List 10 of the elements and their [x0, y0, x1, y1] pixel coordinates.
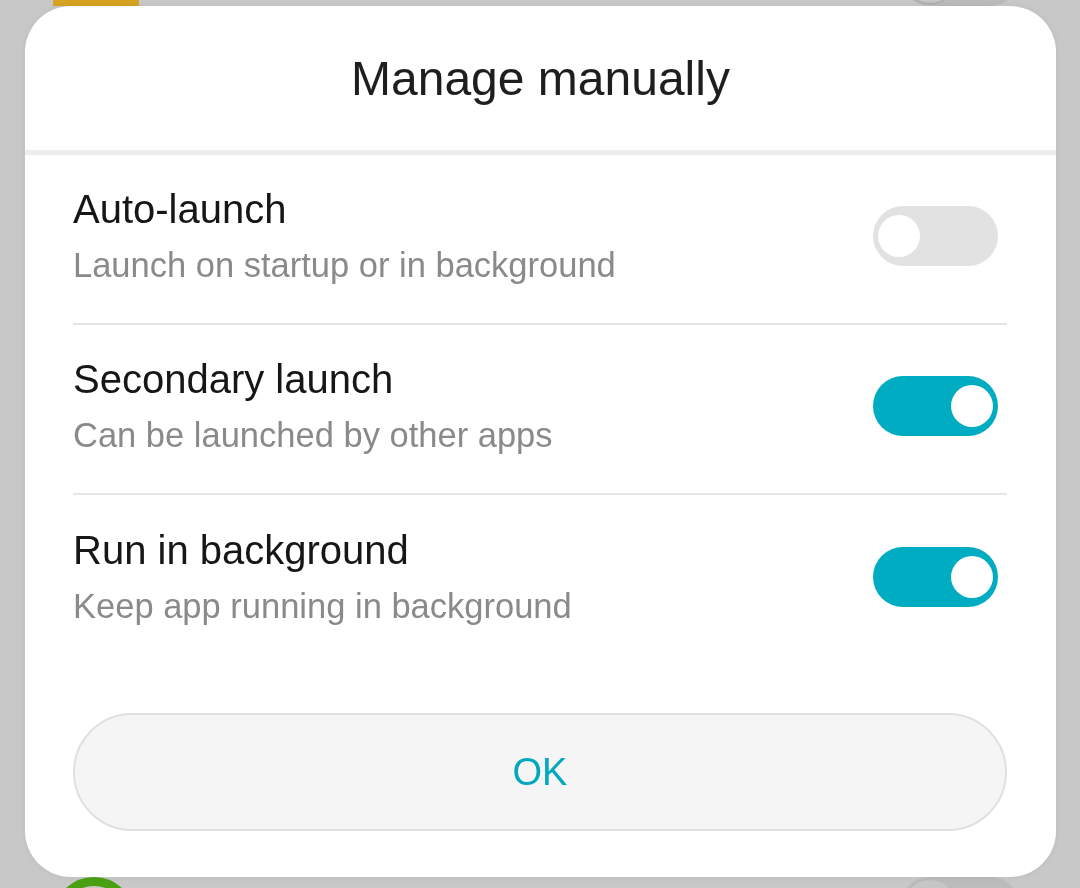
option-label: Run in background	[73, 526, 410, 574]
option-label: Secondary launch	[73, 355, 395, 403]
option-label: Auto-launch	[73, 185, 288, 233]
ok-button[interactable]: OK	[73, 713, 1007, 831]
toggle-switch[interactable]	[873, 547, 998, 607]
option-description: Keep app running in background	[73, 585, 572, 627]
toggle-switch[interactable]	[873, 376, 998, 436]
option-description: Launch on startup or in background	[73, 244, 616, 286]
option-description: Can be launched by other apps	[73, 414, 553, 456]
dialog-title: Manage manually	[350, 50, 731, 107]
